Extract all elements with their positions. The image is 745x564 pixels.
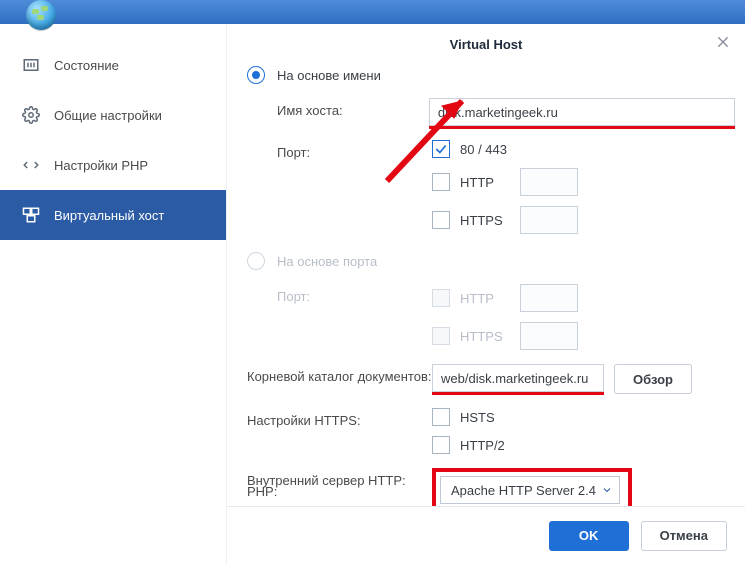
sidebar-item-php[interactable]: Настройки PHP — [0, 140, 226, 190]
status-icon — [22, 56, 40, 74]
radio-name-based[interactable]: На основе имени — [247, 66, 735, 84]
chk-https[interactable] — [432, 211, 450, 229]
radio-icon — [247, 252, 265, 270]
radio-icon — [247, 66, 265, 84]
chk-label: 80 / 443 — [460, 142, 507, 157]
https-port2-input — [520, 322, 578, 350]
hostname-label: Имя хоста: — [277, 98, 429, 118]
annotation-highlight: Apache HTTP Server 2.4 Nextcloud ( PHP 7… — [432, 468, 632, 506]
sidebar-item-general[interactable]: Общие настройки — [0, 90, 226, 140]
chk-label: HTTPS — [460, 213, 520, 228]
modal-title: Virtual Host — [450, 37, 523, 52]
http-port-input[interactable] — [520, 168, 578, 196]
vhost-panel: Virtual Host На основе имени Имя хоста: … — [226, 24, 745, 564]
https-port-input[interactable] — [520, 206, 578, 234]
chk-http[interactable] — [432, 173, 450, 191]
docroot-label: Корневой каталог документов: — [247, 364, 432, 384]
chevron-down-icon — [601, 484, 613, 496]
sidebar-item-label: Виртуальный хост — [54, 208, 164, 223]
chk-port-default[interactable] — [432, 140, 450, 158]
chk-http2a — [432, 289, 450, 307]
port2-label: Порт: — [277, 284, 432, 304]
chk-https2a — [432, 327, 450, 345]
chk-label: HTTPS — [460, 329, 520, 344]
chk-label: HTTP — [460, 175, 520, 190]
close-button[interactable] — [715, 34, 731, 53]
chk-label: HTTP/2 — [460, 438, 505, 453]
radio-label: На основе порта — [277, 254, 377, 269]
chk-http2[interactable] — [432, 436, 450, 454]
php-label: PHP: — [247, 479, 432, 499]
radio-label: На основе имени — [277, 68, 381, 83]
gear-icon — [22, 106, 40, 124]
http-port2-input — [520, 284, 578, 312]
hostname-input[interactable] — [429, 98, 735, 126]
sidebar: Состояние Общие настройки Настройки PHP … — [0, 24, 226, 564]
cancel-button[interactable]: Отмена — [641, 521, 727, 551]
docroot-input[interactable] — [432, 364, 604, 392]
radio-port-based[interactable]: На основе порта — [247, 252, 735, 270]
https-settings-label: Настройки HTTPS: — [247, 408, 432, 428]
chk-label: HTTP — [460, 291, 520, 306]
browse-button[interactable]: Обзор — [614, 364, 692, 394]
port-label: Порт: — [277, 140, 432, 160]
sidebar-item-label: Настройки PHP — [54, 158, 148, 173]
chk-hsts[interactable] — [432, 408, 450, 426]
select-value: Apache HTTP Server 2.4 — [451, 483, 596, 498]
chk-label: HSTS — [460, 410, 495, 425]
ok-button[interactable]: OK — [549, 521, 629, 551]
vhost-icon — [22, 206, 40, 224]
sidebar-item-label: Общие настройки — [54, 108, 162, 123]
sidebar-item-vhost[interactable]: Виртуальный хост — [0, 190, 226, 240]
sidebar-item-label: Состояние — [54, 58, 119, 73]
sidebar-item-status[interactable]: Состояние — [0, 40, 226, 90]
php-icon — [22, 156, 40, 174]
backend-select[interactable]: Apache HTTP Server 2.4 — [440, 476, 620, 504]
